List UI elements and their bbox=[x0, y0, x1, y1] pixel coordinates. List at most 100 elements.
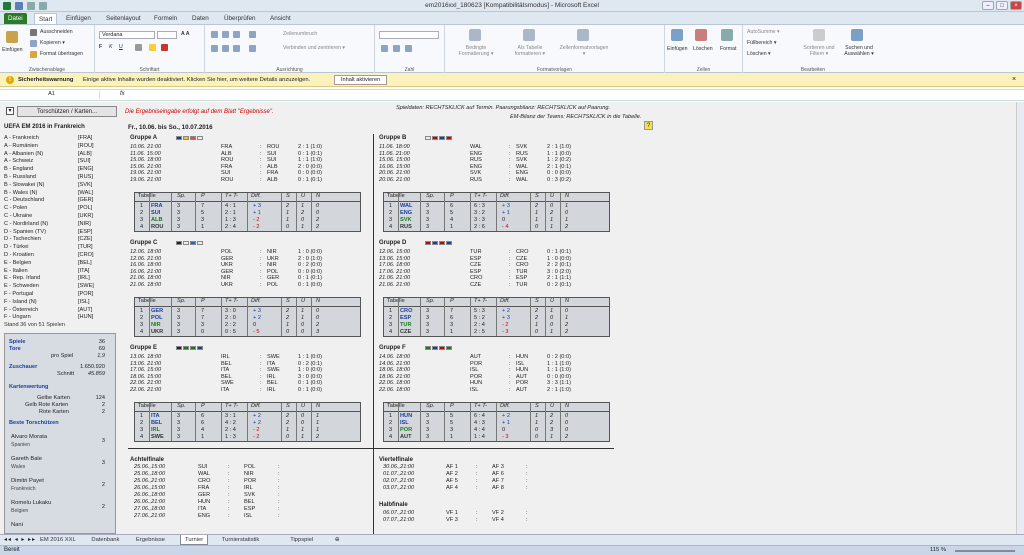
delete-cells-button[interactable]: Löschen bbox=[693, 46, 713, 52]
ko-date[interactable]: 25.06.,15:00 bbox=[134, 464, 165, 470]
match-date[interactable]: 10.06. 21:00 bbox=[130, 144, 161, 150]
tab-ansicht[interactable]: Ansicht bbox=[266, 13, 295, 24]
ko-home[interactable]: WAL bbox=[198, 471, 210, 477]
paste-icon[interactable] bbox=[6, 31, 18, 43]
format-as-table-icon[interactable] bbox=[523, 29, 535, 41]
scorer-name[interactable]: Romelu Lukaku bbox=[11, 500, 51, 506]
ko-home[interactable]: CRO bbox=[198, 478, 210, 484]
insert-cells-button[interactable]: Einfügen bbox=[667, 46, 687, 52]
match-date[interactable]: 22.06. 21:00 bbox=[130, 387, 161, 393]
home-team[interactable]: GER bbox=[221, 256, 233, 262]
fill-button[interactable]: Füllbereich ▾ bbox=[747, 40, 776, 46]
team-name[interactable]: F - Island (N) bbox=[4, 299, 37, 305]
team-name[interactable]: A - Frankreich bbox=[4, 135, 39, 141]
ko-date[interactable]: 27.06.,18:00 bbox=[134, 506, 165, 512]
match-date[interactable]: 17.06. 18:00 bbox=[379, 262, 410, 268]
sort-filter-button[interactable]: Sortieren und Filtern ▾ bbox=[799, 45, 839, 57]
away-team[interactable]: TUR bbox=[516, 282, 528, 288]
home-team[interactable]: CRO bbox=[470, 275, 482, 281]
scorer-name[interactable]: Gareth Bale bbox=[11, 456, 42, 462]
collapse-icon[interactable]: ▾ bbox=[6, 107, 14, 115]
team-name[interactable]: E - Schweden bbox=[4, 283, 39, 289]
sheet-tab[interactable]: Turnierstatistik bbox=[218, 535, 263, 545]
ko-date[interactable]: 25.06.,21:00 bbox=[134, 478, 165, 484]
team-name[interactable]: B - England bbox=[4, 166, 33, 172]
sheet-tab[interactable]: Tippspiel bbox=[286, 535, 317, 545]
team-name[interactable]: B - Slowakei (N) bbox=[4, 182, 44, 188]
away-team[interactable]: BEL bbox=[267, 380, 278, 386]
match-date[interactable]: 17.06. 21:00 bbox=[379, 269, 410, 275]
match-date[interactable]: 19.06. 21:00 bbox=[130, 177, 161, 183]
ko-date[interactable]: 26.06.,18:00 bbox=[134, 492, 165, 498]
match-date[interactable]: 15.06. 21:00 bbox=[130, 164, 161, 170]
home-team[interactable]: ESP bbox=[470, 256, 481, 262]
ko-home[interactable]: HUN bbox=[198, 499, 210, 505]
align-right-icon[interactable] bbox=[233, 45, 240, 52]
align-bottom-icon[interactable] bbox=[233, 31, 240, 38]
match-date[interactable]: 14.06. 21:00 bbox=[379, 361, 410, 367]
ko-date[interactable]: 02.07.,21:00 bbox=[383, 478, 414, 484]
clear-button[interactable]: Löschen ▾ bbox=[747, 51, 771, 57]
match-date[interactable]: 13.06. 18:00 bbox=[130, 354, 161, 360]
zoom-level[interactable]: 115 % bbox=[930, 547, 946, 553]
match-date[interactable]: 22.06. 18:00 bbox=[379, 387, 410, 393]
home-team[interactable]: WAL bbox=[470, 144, 482, 150]
scorer-name[interactable]: Alvaro Morata bbox=[11, 434, 47, 440]
match-date[interactable]: 22.06. 18:00 bbox=[379, 380, 410, 386]
find-select-icon[interactable] bbox=[851, 29, 863, 41]
delete-cells-icon[interactable] bbox=[695, 29, 707, 41]
tab-einfuegen[interactable]: Einfügen bbox=[62, 13, 95, 24]
away-team[interactable]: RUS bbox=[516, 151, 528, 157]
ko-away[interactable]: SVK bbox=[244, 492, 255, 498]
away-team[interactable]: SUI bbox=[267, 151, 276, 157]
away-team[interactable]: IRL bbox=[267, 374, 276, 380]
ko-home[interactable]: VF 3 bbox=[446, 517, 458, 523]
team-name[interactable]: B - Wales (N) bbox=[4, 190, 37, 196]
align-left-icon[interactable] bbox=[211, 45, 218, 52]
team-name[interactable]: E - Belgien bbox=[4, 260, 31, 266]
home-team[interactable]: SWE bbox=[221, 380, 234, 386]
number-format-field[interactable] bbox=[379, 31, 439, 39]
home-team[interactable]: IRL bbox=[221, 354, 230, 360]
percent-icon[interactable] bbox=[393, 45, 400, 52]
match-date[interactable]: 18.06. 18:00 bbox=[379, 367, 410, 373]
match-date[interactable]: 16.06. 21:00 bbox=[130, 269, 161, 275]
away-team[interactable]: NIR bbox=[267, 262, 277, 268]
home-team[interactable]: POR bbox=[470, 374, 482, 380]
match-date[interactable]: 21.06. 21:00 bbox=[379, 282, 410, 288]
home-team[interactable]: ENG bbox=[470, 164, 482, 170]
maximize-icon[interactable]: □ bbox=[996, 1, 1008, 10]
warning-text[interactable]: Einige aktive Inhalte wurden deaktiviert… bbox=[83, 77, 310, 83]
sheet-tab[interactable]: Datenbank bbox=[87, 535, 123, 545]
ko-away[interactable]: BEL bbox=[244, 499, 255, 505]
away-team[interactable]: FRA bbox=[267, 170, 278, 176]
home-team[interactable]: POR bbox=[470, 361, 482, 367]
ko-date[interactable]: 27.06.,21:00 bbox=[134, 513, 165, 519]
ko-away[interactable]: AF 6 bbox=[492, 471, 504, 477]
insert-cells-icon[interactable] bbox=[671, 29, 683, 41]
match-date[interactable]: 15.06. 15:00 bbox=[379, 157, 410, 163]
match-date[interactable]: 18.06. 15:00 bbox=[130, 374, 161, 380]
home-team[interactable]: CZE bbox=[470, 282, 481, 288]
ko-away[interactable]: ESP bbox=[244, 506, 255, 512]
away-team[interactable]: POL bbox=[267, 269, 278, 275]
scorers-cards-button[interactable]: Torschützen / Karten... bbox=[17, 106, 117, 117]
group-table[interactable]: Tabelle Sp. P T+ T- Diff. S U N 1 ITA 3 6 3 : 1 + 2 2 0… bbox=[134, 402, 361, 442]
underline-icon[interactable]: U bbox=[119, 44, 123, 50]
home-team[interactable]: CZE bbox=[470, 262, 481, 268]
align-top-icon[interactable] bbox=[211, 31, 218, 38]
home-team[interactable]: FRA bbox=[221, 144, 232, 150]
home-team[interactable]: BEL bbox=[221, 361, 232, 367]
sheet-tab[interactable]: Turnier bbox=[180, 535, 209, 545]
away-team[interactable]: ISL bbox=[516, 361, 524, 367]
home-team[interactable]: AUT bbox=[470, 354, 481, 360]
match-date[interactable]: 21.06. 21:00 bbox=[379, 275, 410, 281]
ko-date[interactable]: 01.07.,21:00 bbox=[383, 471, 414, 477]
home-team[interactable]: ALB bbox=[221, 151, 232, 157]
currency-icon[interactable] bbox=[381, 45, 388, 52]
ko-home[interactable]: AF 1 bbox=[446, 464, 458, 470]
match-date[interactable]: 11.06. 15:00 bbox=[130, 151, 161, 157]
match-date[interactable]: 15.06. 18:00 bbox=[130, 157, 161, 163]
match-date[interactable]: 21.06. 18:00 bbox=[130, 282, 161, 288]
paste-button[interactable]: Einfügen bbox=[2, 47, 22, 53]
